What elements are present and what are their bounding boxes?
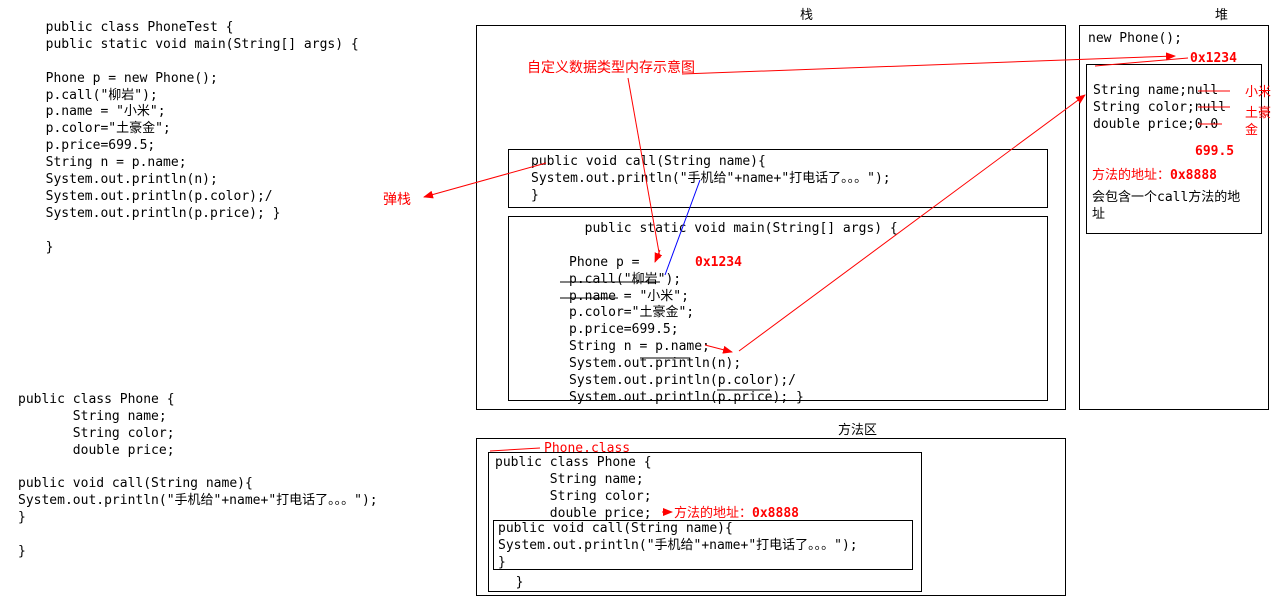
method-area-close: } <box>500 575 523 592</box>
new-phone: new Phone(); <box>1088 31 1260 48</box>
stack-main-code: public static void main(String[] args) {… <box>519 221 1037 407</box>
call-addr-note: 会包含一个call方法的地址 <box>1092 190 1252 224</box>
method-area-call-code: public void call(String name){ System.ou… <box>498 521 908 572</box>
pop-stack-label: 弹栈 <box>383 191 411 209</box>
heap-xiaomi: 小米 <box>1245 85 1271 102</box>
stack-frame-call: public void call(String name){ System.ou… <box>508 149 1048 208</box>
code-phonetest: public class PhoneTest { public static v… <box>30 20 359 256</box>
heap-label: 堆 <box>1215 8 1228 25</box>
stack-call-code: public void call(String name){ System.ou… <box>515 154 1041 205</box>
heap-tuhaojin: 土豪金 <box>1245 106 1279 140</box>
method-area-call-box: public void call(String name){ System.ou… <box>493 520 913 570</box>
stack-frame-main: public static void main(String[] args) {… <box>508 216 1048 401</box>
heap-fields: String name;null String color;null doubl… <box>1093 83 1255 134</box>
code-phone-class: public class Phone { String name; String… <box>18 392 378 561</box>
addr-1234-stack: 0x1234 <box>695 255 742 272</box>
stack-label: 栈 <box>800 8 813 25</box>
heap-price: 699.5 <box>1195 144 1234 161</box>
method-addr-heap: 方法的地址：0x8888 <box>1092 168 1217 185</box>
